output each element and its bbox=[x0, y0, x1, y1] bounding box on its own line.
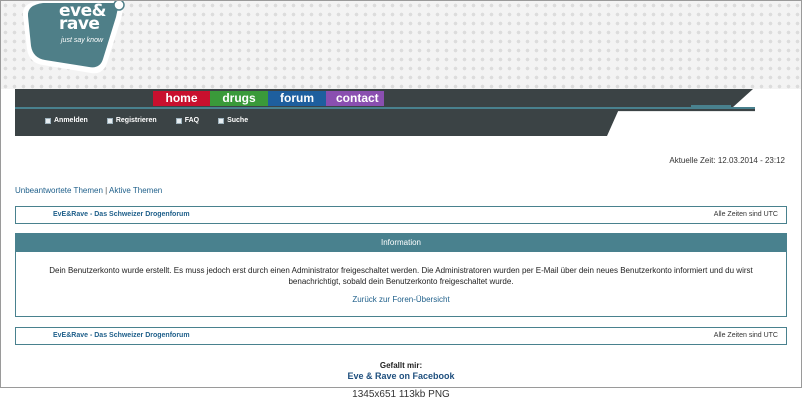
nav-divider bbox=[15, 107, 755, 109]
register-icon bbox=[106, 117, 113, 124]
link-separator: | bbox=[105, 186, 108, 195]
subnav-faq-label: FAQ bbox=[184, 117, 200, 124]
page-frame: eve& rave just say know home drugs forum… bbox=[0, 0, 802, 388]
nav-tab-forum[interactable]: forum bbox=[268, 91, 326, 106]
forum-index-link[interactable]: EvE&Rave - Das Schweizer Drogenforum bbox=[53, 211, 190, 218]
forum-index-link-bottom[interactable]: EvE&Rave - Das Schweizer Drogenforum bbox=[53, 332, 190, 339]
current-time: Aktuelle Zeit: 12.03.2014 - 23:12 bbox=[669, 156, 785, 165]
sub-nav: Anmelden Registrieren FAQ Suche bbox=[45, 117, 267, 124]
search-icon bbox=[218, 117, 225, 124]
forum-bar-bottom: EvE&Rave - Das Schweizer Drogenforum All… bbox=[15, 327, 787, 345]
subnav-login[interactable]: Anmelden bbox=[45, 117, 88, 124]
information-message: Dein Benutzerkonto wurde erstellt. Es mu… bbox=[49, 266, 753, 286]
nav-tab-contact[interactable]: contact bbox=[326, 91, 384, 106]
timezone-note: Alle Zeiten sind UTC bbox=[713, 211, 778, 218]
logo-tagline: just say know bbox=[61, 37, 104, 44]
main-nav: home drugs forum contact bbox=[153, 91, 384, 106]
nav-tab-drugs[interactable]: drugs bbox=[210, 91, 268, 106]
unanswered-topics-link[interactable]: Unbeantwortete Themen bbox=[15, 186, 103, 195]
subnav-register-label: Registrieren bbox=[115, 117, 157, 124]
facebook-label: Gefallt mir: bbox=[379, 361, 423, 370]
information-heading: Information bbox=[16, 234, 786, 252]
information-panel: Information Dein Benutzerkonto wurde ers… bbox=[15, 233, 787, 317]
subnav-register[interactable]: Registrieren bbox=[106, 117, 157, 124]
subnav-search-label: Suche bbox=[227, 117, 249, 124]
subnav-login-label: Anmelden bbox=[54, 117, 88, 124]
site-logo[interactable]: eve& rave just say know bbox=[21, 1, 129, 81]
nav-accent-stripe bbox=[691, 105, 731, 107]
login-icon bbox=[45, 117, 51, 124]
forum-bar-top: EvE&Rave - Das Schweizer Drogenforum All… bbox=[15, 206, 787, 224]
quick-links: Unbeantwortete Themen | Aktive Themen bbox=[15, 186, 162, 195]
timezone-note-bottom: Alle Zeiten sind UTC bbox=[713, 332, 778, 339]
logo-wordmark: eve& rave bbox=[59, 1, 106, 34]
facebook-block: Gefallt mir: Eve & Rave on Facebook bbox=[1, 361, 801, 381]
subnav-faq[interactable]: FAQ bbox=[175, 117, 200, 124]
faq-icon bbox=[175, 117, 182, 124]
subnav-search[interactable]: Suche bbox=[218, 117, 248, 124]
nav-tab-home[interactable]: home bbox=[153, 91, 210, 106]
image-caption: 1345x651 113kb PNG bbox=[352, 389, 450, 400]
facebook-link[interactable]: Eve & Rave on Facebook bbox=[1, 371, 801, 381]
main-nav-band bbox=[15, 89, 753, 107]
back-to-index-link[interactable]: Zurück zur Foren-Übersicht bbox=[16, 295, 786, 304]
active-topics-link[interactable]: Aktive Themen bbox=[109, 186, 162, 195]
